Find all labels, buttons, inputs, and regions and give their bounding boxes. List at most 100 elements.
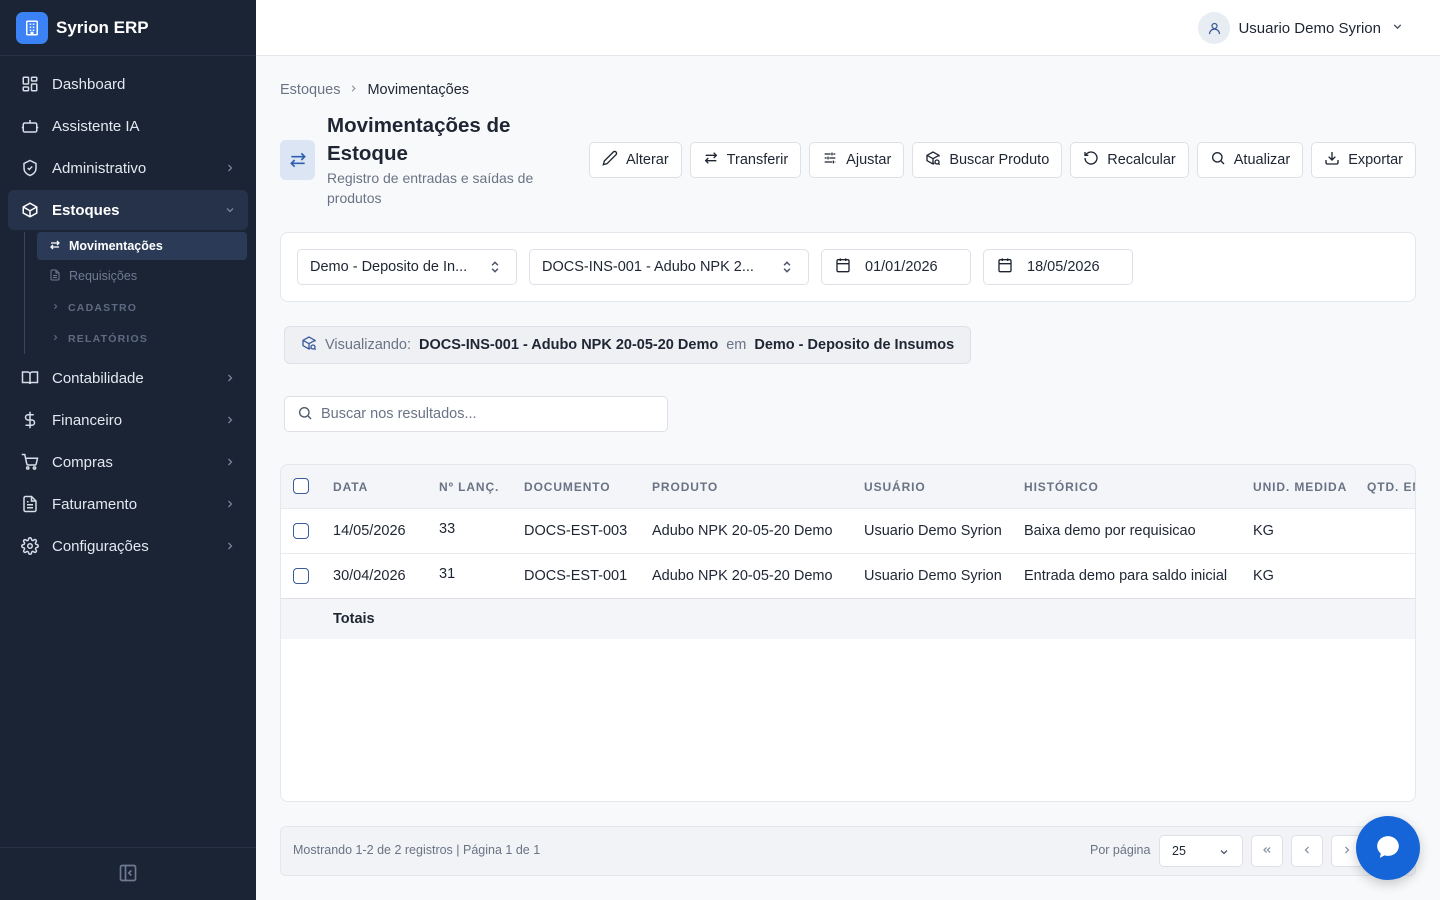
sidebar-item-compras[interactable]: Compras	[8, 442, 248, 482]
row-checkbox[interactable]	[293, 568, 309, 584]
search-icon	[1210, 150, 1226, 170]
chevron-right-icon	[224, 497, 236, 514]
breadcrumb-current: Movimentações	[367, 82, 470, 98]
table-totals-row: Totais	[281, 598, 1415, 639]
sidebar-item-label: Compras	[52, 453, 113, 471]
chevron-right-icon	[224, 161, 236, 178]
button-label: Transferir	[726, 152, 789, 168]
sidebar-group-relatorios[interactable]: RELATÓRIOS	[37, 323, 256, 354]
button-label: Atualizar	[1233, 152, 1291, 168]
sidebar-item-estoques[interactable]: Estoques	[8, 190, 248, 230]
ajustar-button[interactable]: Ajustar	[809, 142, 905, 178]
sidebar-item-label: Dashboard	[52, 75, 126, 93]
sidebar-item-label: Administrativo	[52, 159, 147, 177]
pagination-bar: Mostrando 1-2 de 2 registros | Página 1 …	[280, 826, 1416, 876]
sidebar-nav: Dashboard Assistente IA Administrativo E…	[0, 56, 256, 566]
sidebar-collapse-button[interactable]	[0, 847, 256, 900]
chevrons-left-icon	[1261, 843, 1273, 859]
sidebar-item-label: Contabilidade	[52, 369, 144, 387]
page-subtitle: Registro de entradas e saídas de produto…	[327, 170, 534, 206]
exportar-button[interactable]: Exportar	[1311, 142, 1416, 178]
per-page-select[interactable]: 25	[1159, 835, 1243, 867]
chat-bubble-icon	[1375, 834, 1401, 863]
alterar-button[interactable]: Alterar	[588, 142, 682, 178]
sidebar-item-faturamento[interactable]: Faturamento	[8, 484, 248, 524]
atualizar-button[interactable]: Atualizar	[1196, 142, 1304, 178]
transferir-button[interactable]: Transferir	[689, 142, 802, 178]
chat-button[interactable]	[1356, 816, 1420, 880]
user-menu[interactable]: Usuario Demo Syrion	[1198, 12, 1404, 44]
first-page-button[interactable]	[1251, 835, 1283, 867]
table-row[interactable]: 30/04/2026 31 DOCS-EST-001 Adubo NPK 20-…	[281, 553, 1415, 598]
sidebar-item-configuracoes[interactable]: Configurações	[8, 526, 248, 566]
chevron-right-icon	[348, 82, 359, 98]
row-checkbox[interactable]	[293, 523, 309, 539]
gear-icon	[20, 536, 40, 556]
chevron-down-icon	[1391, 20, 1404, 36]
table-row[interactable]: 14/05/2026 33 DOCS-EST-003 Adubo NPK 20-…	[281, 508, 1415, 553]
sidebar-group-label: RELATÓRIOS	[68, 332, 149, 345]
sidebar-subitem-movimentacoes[interactable]: Movimentações	[37, 232, 247, 260]
chevron-right-icon	[224, 455, 236, 472]
date-to-picker[interactable]: 18/05/2026	[983, 249, 1133, 285]
sidebar-item-assistente-ia[interactable]: Assistente IA	[8, 106, 248, 146]
breadcrumb-parent[interactable]: Estoques	[280, 82, 340, 98]
column-header-lancamento[interactable]: Nº LANÇ.	[439, 480, 499, 494]
date-from-picker[interactable]: 01/01/2026	[821, 249, 971, 285]
viewing-banner: Visualizando: DOCS-INS-001 - Adubo NPK 2…	[284, 326, 972, 364]
package-search-icon	[925, 150, 941, 170]
cell-unidade: KG	[1253, 568, 1274, 584]
column-header-unidade[interactable]: UNID. MEDIDA	[1253, 480, 1347, 494]
sliders-icon	[822, 150, 838, 170]
dashboard-icon	[20, 74, 40, 94]
table-header: DATA Nº LANÇ. DOCUMENTO PRODUTO USUÁRIO …	[281, 465, 1415, 509]
column-header-produto[interactable]: PRODUTO	[652, 480, 718, 494]
column-header-data[interactable]: DATA	[333, 480, 368, 494]
sidebar-item-financeiro[interactable]: Financeiro	[8, 400, 248, 440]
chevron-right-icon	[51, 333, 60, 345]
panel-collapse-icon	[118, 863, 138, 886]
chevron-down-icon	[224, 203, 236, 220]
sidebar-item-administrativo[interactable]: Administrativo	[8, 148, 248, 188]
cell-data: 30/04/2026	[333, 568, 406, 584]
column-header-usuario[interactable]: USUÁRIO	[864, 480, 926, 494]
search-input[interactable]	[321, 406, 651, 422]
sidebar-item-label: Estoques	[52, 201, 120, 219]
chevron-right-icon	[1341, 843, 1353, 859]
produto-select[interactable]: DOCS-INS-001 - Adubo NPK 2...	[529, 249, 809, 285]
filters-panel: Demo - Deposito de In... DOCS-INS-001 - …	[280, 232, 1416, 302]
search-icon	[297, 405, 313, 424]
invoice-icon	[20, 494, 40, 514]
chevrons-up-down-icon	[780, 260, 794, 278]
sidebar-item-label: Assistente IA	[52, 117, 140, 135]
app-name: Syrion ERP	[56, 17, 149, 37]
sidebar-item-contabilidade[interactable]: Contabilidade	[8, 358, 248, 398]
estoques-subnav: Movimentações Requisições CADASTRO RELAT…	[24, 232, 256, 354]
movements-table: DATA Nº LANÇ. DOCUMENTO PRODUTO USUÁRIO …	[280, 464, 1416, 802]
sidebar: Syrion ERP Dashboard Assistente IA Admin…	[0, 0, 256, 900]
sidebar-subitem-requisicoes[interactable]: Requisições	[37, 262, 247, 290]
button-label: Alterar	[625, 152, 669, 168]
sidebar-group-cadastro[interactable]: CADASTRO	[37, 292, 256, 323]
arrows-left-right-icon	[703, 150, 719, 170]
deposito-select[interactable]: Demo - Deposito de In...	[297, 249, 517, 285]
avatar	[1198, 12, 1231, 44]
user-name: Usuario Demo Syrion	[1238, 19, 1381, 37]
cell-produto: Adubo NPK 20-05-20 Demo	[652, 568, 833, 584]
column-header-documento[interactable]: DOCUMENTO	[524, 480, 611, 494]
cell-produto: Adubo NPK 20-05-20 Demo	[652, 523, 833, 539]
rotate-ccw-icon	[1083, 150, 1099, 170]
brand[interactable]: Syrion ERP	[0, 0, 256, 56]
cell-lancamento: 33	[439, 521, 456, 537]
calendar-icon	[997, 257, 1013, 277]
select-all-checkbox[interactable]	[293, 478, 309, 494]
chevron-right-icon	[224, 371, 236, 388]
column-header-historico[interactable]: HISTÓRICO	[1024, 480, 1099, 494]
prev-page-button[interactable]	[1291, 835, 1323, 867]
recalcular-button[interactable]: Recalcular	[1070, 142, 1189, 178]
chevron-right-icon	[51, 302, 60, 314]
column-header-qtd-entrada[interactable]: QTD. EN	[1367, 480, 1415, 494]
cell-usuario: Usuario Demo Syrion	[864, 568, 1002, 584]
sidebar-item-dashboard[interactable]: Dashboard	[8, 64, 248, 104]
buscar-produto-button[interactable]: Buscar Produto	[912, 142, 1063, 178]
